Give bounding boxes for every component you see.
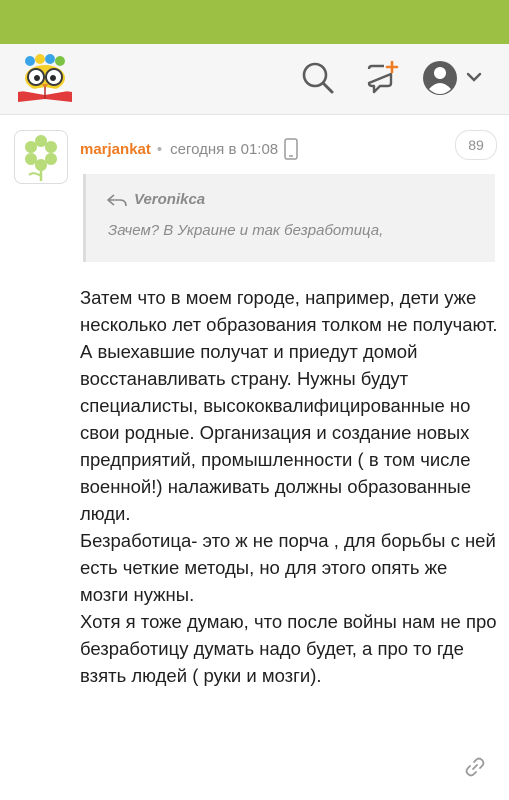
- profile-menu[interactable]: [420, 58, 490, 98]
- quote-block: Veronikca Зачем? В Украине и так безрабо…: [83, 174, 495, 262]
- flower-avatar[interactable]: [14, 130, 68, 184]
- meta-separator: •: [156, 140, 163, 158]
- quote-author-name: Veronikca: [134, 191, 206, 208]
- top-bar: [0, 0, 509, 44]
- comment-body: Затем что в моем городе, например, дети …: [80, 284, 498, 689]
- comment-time: сегодня в 01:08: [170, 140, 279, 158]
- reply-arrow-icon: [106, 193, 128, 207]
- search-icon[interactable]: [298, 58, 338, 98]
- new-post-icon[interactable]: [362, 58, 402, 98]
- mobile-phone-icon: [284, 138, 298, 160]
- comment-meta: marjankat • сегодня в 01:08: [80, 138, 298, 160]
- comment-paragraph-1: Затем что в моем городе, например, дети …: [80, 287, 498, 524]
- quote-text: Зачем? В Украине и так безработица,: [108, 222, 384, 239]
- comment: marjankat • сегодня в 01:08 89 Veronikca…: [0, 114, 509, 800]
- link-icon[interactable]: [462, 754, 488, 780]
- quote-author[interactable]: Veronikca: [106, 191, 205, 208]
- comment-paragraph-2: Безработица- это ж не порча , для борьбы…: [80, 530, 496, 605]
- author-name[interactable]: marjankat: [80, 141, 151, 158]
- comment-number-badge[interactable]: 89: [455, 130, 497, 160]
- owl-logo-icon[interactable]: [14, 54, 76, 104]
- site-header: [0, 44, 509, 115]
- comment-paragraph-3: Хотя я тоже думаю, что после войны нам н…: [80, 611, 497, 686]
